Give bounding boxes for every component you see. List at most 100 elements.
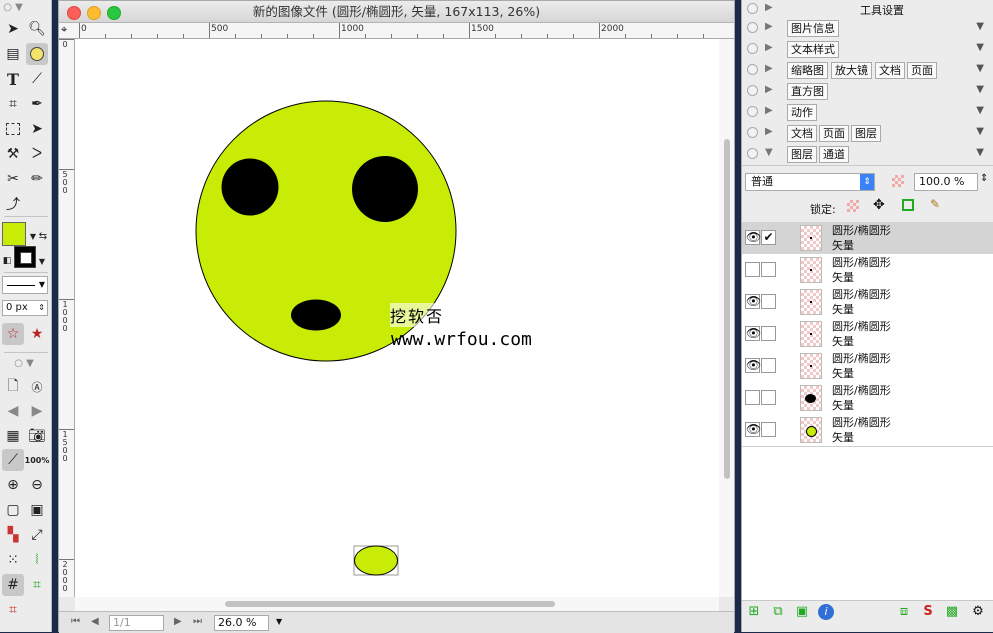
color-grid-icon[interactable]: ▚ [2, 524, 24, 546]
panel-tab[interactable]: 缩略图 [787, 62, 828, 79]
panel-tab[interactable]: 动作 [787, 104, 817, 121]
expand-triangle-icon[interactable]: ▶ [765, 2, 773, 13]
ruler-icon[interactable]: ⌗ [2, 599, 24, 621]
visibility-eye-icon[interactable] [745, 390, 760, 405]
panel-tab[interactable]: 放大镜 [831, 62, 872, 79]
collapse-circle-icon[interactable] [747, 106, 758, 117]
opacity-field[interactable]: 100.0 % [914, 173, 978, 191]
zoom-out-icon[interactable]: ⊖ [26, 474, 48, 496]
panel-menu-icon[interactable]: ▼ [976, 63, 984, 74]
layer-lock-checkbox[interactable] [761, 294, 776, 309]
ellipse-tool-icon[interactable] [26, 43, 48, 65]
zoom-field[interactable]: 26.0 % [214, 615, 269, 631]
panel-menu-icon[interactable]: ▼ [976, 126, 984, 137]
layer-row[interactable]: 👁︎ 圆形/椭圆形 矢量 [742, 350, 993, 383]
collapse-circle-icon[interactable] [747, 43, 758, 54]
collapse-circle-icon[interactable] [747, 3, 758, 14]
zoom-100-button[interactable]: 100% [25, 449, 50, 471]
guides-icon[interactable]: ⦚ [26, 549, 48, 571]
zoom-dropdown-icon[interactable]: ▼ [276, 617, 282, 626]
curve-tool-icon[interactable]: ⤴ [2, 193, 24, 215]
panel-menu-icon[interactable]: ▼ [976, 21, 984, 32]
camera-icon[interactable]: 📷︎ [26, 425, 48, 447]
star-filled-icon[interactable]: ★ [26, 323, 48, 345]
lock-edit-icon[interactable]: ✎ [930, 197, 940, 211]
page-field[interactable]: 1/1 [109, 615, 164, 631]
horizontal-scrollbar[interactable] [75, 597, 719, 611]
visibility-eye-icon[interactable]: 👁︎ [745, 294, 761, 309]
fullscreen-icon[interactable]: ⤢ [26, 524, 48, 546]
panel-tab[interactable]: 页面 [819, 125, 849, 142]
expand-triangle-icon[interactable]: ▶ [765, 126, 773, 137]
previous-page-icon[interactable]: ◀ [91, 616, 99, 627]
collapse-circle-icon[interactable] [747, 85, 758, 96]
mouth[interactable] [291, 299, 341, 331]
panel-menu-icon[interactable]: ▼ [976, 105, 984, 116]
script-icon[interactable]: S [920, 604, 936, 620]
panel-menu-icon[interactable]: ▼ [976, 147, 984, 158]
lock-transparency-icon[interactable] [847, 200, 859, 212]
panel-tab[interactable]: 图层 [787, 146, 817, 163]
expand-triangle-icon[interactable]: ▶ [765, 63, 773, 74]
palette-header-icon[interactable]: ○ ▼ [2, 0, 24, 14]
path-tool-icon[interactable]: ⟋ [26, 68, 48, 90]
visibility-eye-icon[interactable]: 👁︎ [745, 230, 761, 245]
visibility-eye-icon[interactable]: 👁︎ [745, 326, 761, 341]
grid-dots-icon[interactable]: ⁙ [2, 549, 24, 571]
collapse-circle-icon[interactable] [747, 22, 758, 33]
layer-lock-checkbox[interactable]: ✔ [761, 230, 776, 245]
layer-row[interactable]: 👁︎ 圆形/椭圆形 矢量 [742, 318, 993, 351]
mask-icon[interactable]: ▩ [944, 604, 960, 620]
panel-tab[interactable]: 文档 [787, 125, 817, 142]
expand-triangle-icon[interactable]: ▶ [765, 42, 773, 53]
crop-tool-icon[interactable]: ⌗ [2, 93, 24, 115]
lock-move-icon[interactable]: ✥ [873, 197, 885, 213]
pointer-tool-icon[interactable]: ➤ [26, 118, 48, 140]
eyedropper-icon[interactable]: ✒ [26, 93, 48, 115]
merge-layer-icon[interactable]: ⧈ [896, 604, 912, 620]
lock-size-icon[interactable] [902, 199, 914, 211]
layer-row[interactable]: 👁︎ ✔ 圆形/椭圆形 矢量 [742, 222, 993, 255]
panel-tab[interactable]: 文档 [875, 62, 905, 79]
gradient-line-icon[interactable]: ⟋ [2, 449, 24, 471]
zoom-in-icon[interactable]: ⊕ [2, 474, 24, 496]
layer-row[interactable]: 👁︎ 圆形/椭圆形 矢量 [742, 286, 993, 319]
right-eye[interactable] [352, 156, 418, 222]
left-eye[interactable] [221, 158, 279, 216]
visibility-eye-icon[interactable]: 👁︎ [745, 358, 761, 373]
layer-lock-checkbox[interactable] [761, 422, 776, 437]
layer-options-icon[interactable]: ▣ [794, 604, 810, 620]
default-colors-icon[interactable]: ◧ [1, 250, 13, 272]
fit-page-icon[interactable]: ▢ [2, 499, 24, 521]
collapse-circle-icon[interactable] [747, 127, 758, 138]
new-document-icon[interactable]: 🗋︎ [2, 376, 24, 398]
layer-lock-checkbox[interactable] [761, 358, 776, 373]
canvas[interactable]: 挖软否 www.wrfou.com [75, 39, 719, 597]
collapse-circle-icon[interactable] [747, 148, 758, 159]
expand-triangle-icon[interactable]: ▶ [765, 84, 773, 95]
zoom-tool-icon[interactable]: 🔍︎ [26, 18, 48, 40]
pencil-tool-icon[interactable]: ✏ [26, 168, 48, 190]
snap-grid-icon[interactable]: ⌗ [26, 574, 48, 596]
panel-menu-icon[interactable]: ▼ [976, 42, 984, 53]
chevron-down-icon[interactable]: ▼ [37, 250, 47, 272]
stamp-tool-icon[interactable]: ▤ [2, 43, 24, 65]
line-style-select[interactable]: ▼ [2, 276, 48, 294]
next-page-icon[interactable]: ▶ [174, 616, 182, 627]
collapse-circle-icon[interactable] [747, 64, 758, 75]
text-frame-icon[interactable]: Ⓐ [26, 376, 48, 398]
star-outline-icon[interactable]: ☆ [2, 323, 24, 345]
lasso-tool-icon[interactable]: ᐳ [26, 143, 48, 165]
vertical-scroll-thumb[interactable] [724, 139, 730, 479]
info-icon[interactable]: i [818, 604, 834, 620]
horizontal-scroll-thumb[interactable] [225, 601, 555, 607]
blend-mode-select[interactable]: 普通 ⇕ [745, 173, 875, 191]
panel-tab[interactable]: 文本样式 [787, 41, 839, 58]
expand-triangle-icon[interactable]: ▶ [765, 21, 773, 32]
swap-colors-icon[interactable]: ⇆ [36, 225, 50, 247]
layer-lock-checkbox[interactable] [761, 390, 776, 405]
gear-icon[interactable]: ⚙ [970, 604, 986, 620]
panel-tab[interactable]: 页面 [907, 62, 937, 79]
layer-lock-checkbox[interactable] [761, 326, 776, 341]
last-page-icon[interactable]: ⏭ [193, 616, 202, 627]
